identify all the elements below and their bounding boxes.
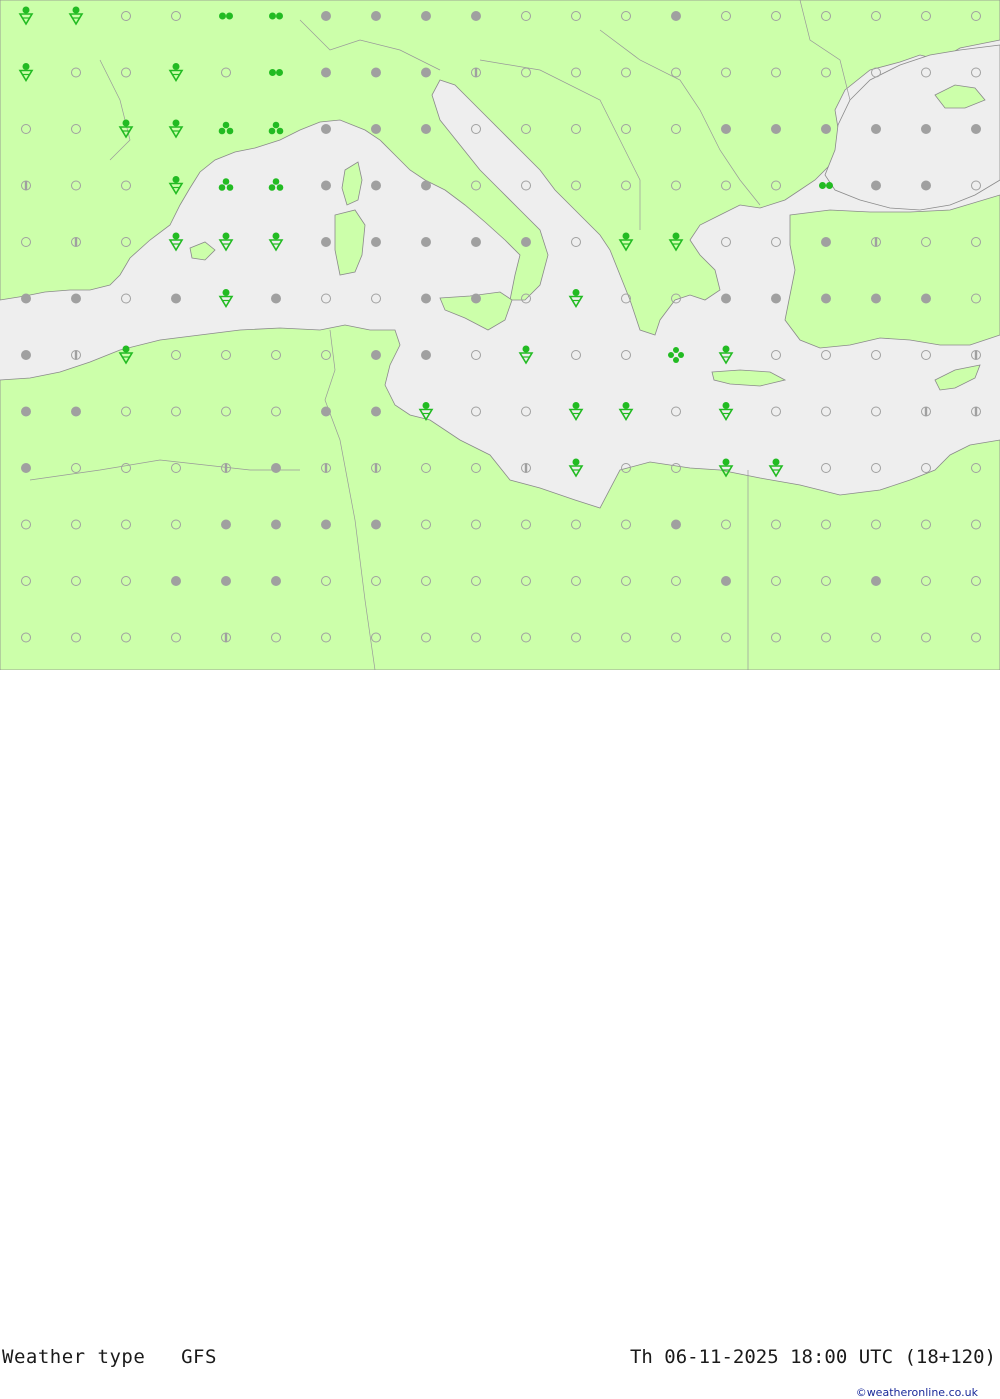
dot-symbol [421,350,431,360]
dot-symbol [221,519,231,530]
dot-symbol [771,124,781,134]
dot-symbol [421,124,431,134]
dot-symbol [371,237,381,247]
dot-symbol [821,293,831,304]
dot-symbol [921,124,931,134]
dot-symbol [921,293,931,304]
dot-symbol [421,180,431,191]
dot-symbol [71,293,81,304]
dot-symbol [721,576,731,586]
dot-symbol [821,237,831,247]
dot-symbol [321,237,331,247]
dot-symbol [371,519,381,530]
dot-symbol [321,67,331,78]
dot-symbol [371,124,381,134]
dot-symbol [421,67,431,78]
dot-symbol [471,11,481,21]
dot-symbol [21,463,31,473]
dot-symbol [321,406,331,417]
dot-symbol [871,180,881,191]
anatolia-land [784,194,1000,349]
dot-symbol [221,576,231,586]
dot-symbol [21,350,31,360]
dot-symbol [271,576,281,586]
dot-symbol [371,406,381,417]
footer: Weather type GFS Th 06-11-2025 18:00 UTC… [0,670,1000,1399]
dot-symbol [371,67,381,78]
dot-symbol [971,124,981,134]
dot-symbol [421,293,431,304]
forecast-datetime: Th 06-11-2025 18:00 UTC (18+120) [629,1346,996,1368]
dot-symbol [871,124,881,134]
dot-symbol [421,11,431,21]
dot-symbol [21,406,31,417]
dot-symbol [721,293,731,304]
dot-symbol [721,124,731,134]
dot-symbol [871,293,881,304]
dot-symbol [471,293,481,304]
map-title: Weather type GFS [2,1346,217,1368]
dot-symbol [921,180,931,191]
dot-symbol [421,237,431,247]
dot-symbol [321,11,331,21]
dot-symbol [321,519,331,530]
dot-symbol [21,293,31,304]
dot-symbol [271,293,281,304]
dot-symbol [171,293,181,304]
dot-symbol [471,237,481,247]
dot-symbol [271,519,281,530]
dot-symbol [171,576,181,586]
dot-symbol [371,180,381,191]
dot-symbol [821,124,831,134]
dot-symbol [271,463,281,473]
dot-symbol [771,293,781,304]
dot-symbol [521,237,531,247]
weather-map [0,0,1000,670]
dot-symbol [371,11,381,21]
dot-symbol [671,11,681,21]
dot-symbol [871,576,881,586]
dot-symbol [71,406,81,417]
credit-link[interactable]: ©weatheronline.co.uk [856,1386,978,1399]
dot-symbol [321,180,331,191]
dot-symbol [671,519,681,530]
dot-symbol [321,124,331,134]
dot-symbol [371,350,381,360]
